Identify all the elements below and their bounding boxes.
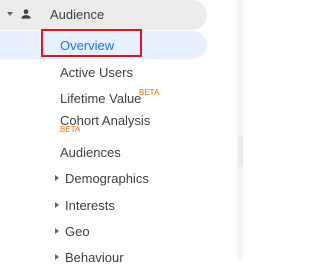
scroll-gutter-mark: [239, 136, 243, 166]
sidebar-item-behaviour[interactable]: Behaviour: [65, 250, 124, 266]
sidebar-item-audiences[interactable]: Audiences: [60, 145, 121, 161]
caret-right-icon: [55, 254, 59, 260]
beta-badge: BETA: [60, 125, 81, 134]
beta-badge: BETA: [139, 88, 160, 97]
caret-down-icon: [7, 12, 13, 16]
reports-sidebar: Audience Overview Active Users Lifetime …: [0, 0, 243, 265]
sidebar-item-active-users[interactable]: Active Users: [60, 65, 133, 81]
audience-section-label: Audience: [50, 7, 105, 22]
caret-right-icon: [55, 175, 59, 181]
sidebar-item-demographics[interactable]: Demographics: [65, 171, 149, 187]
highlight-box: [41, 29, 142, 57]
audience-section-header[interactable]: Audience: [0, 0, 207, 30]
sidebar-scroll-track[interactable]: [237, 0, 243, 260]
caret-right-icon: [55, 202, 59, 208]
caret-right-icon: [55, 228, 59, 234]
sidebar-item-geo[interactable]: Geo: [65, 224, 90, 240]
sidebar-item-lifetime-value[interactable]: Lifetime Value: [60, 91, 141, 107]
sidebar-item-interests[interactable]: Interests: [65, 198, 115, 214]
person-icon: [21, 9, 31, 19]
